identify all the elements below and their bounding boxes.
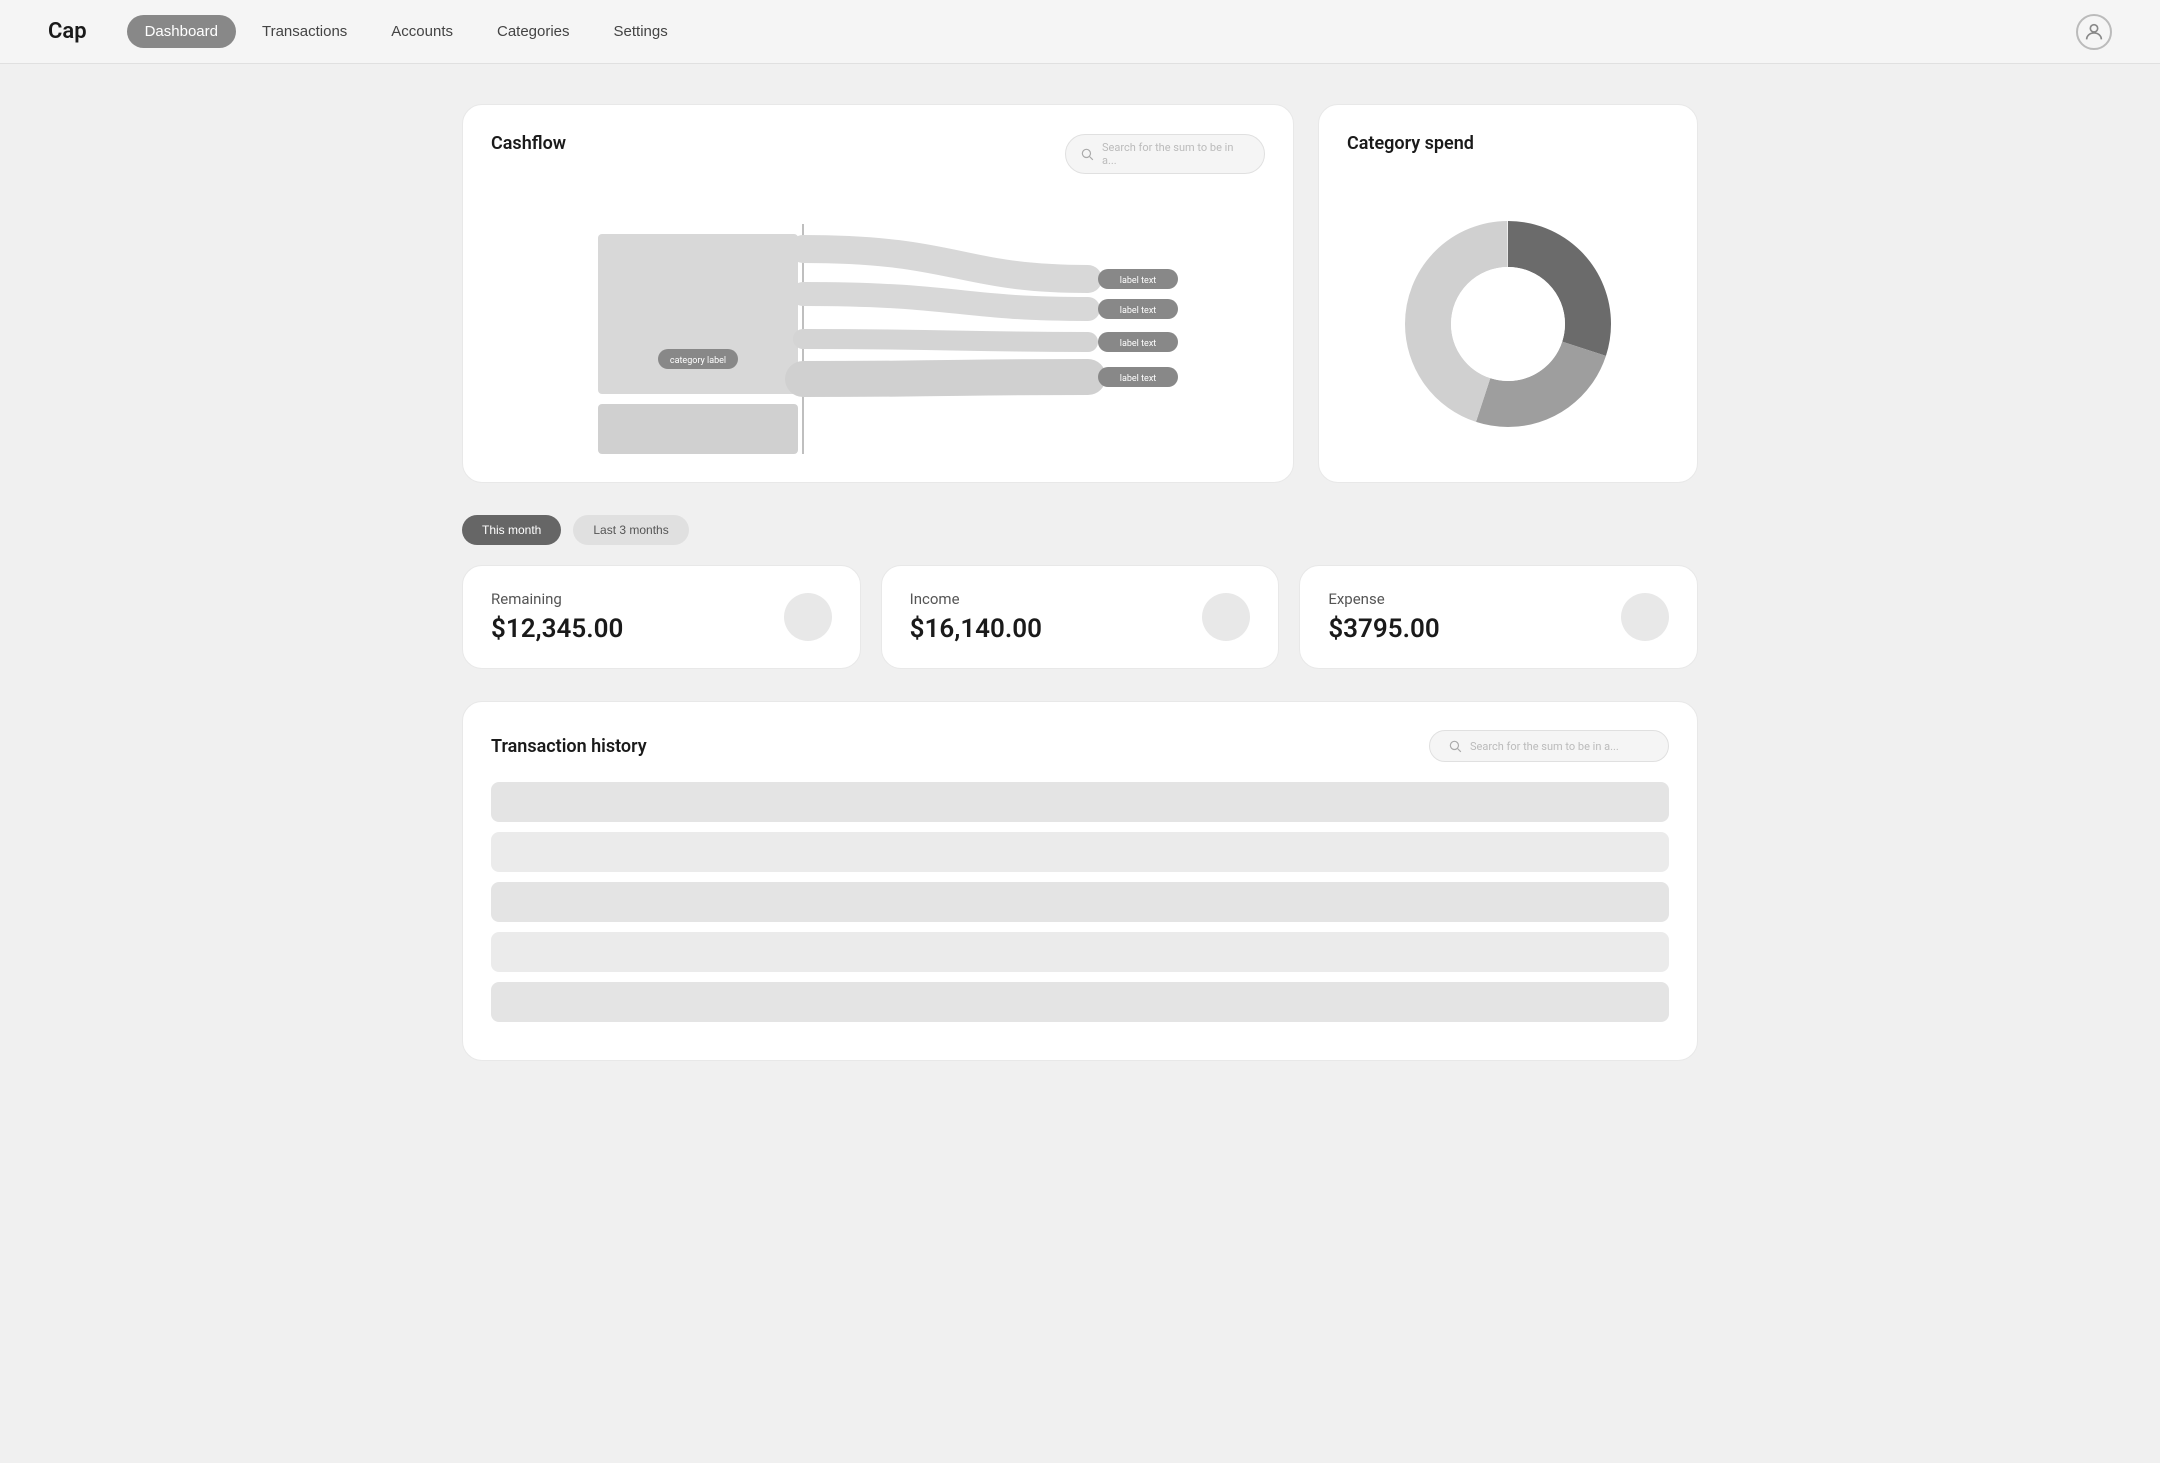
nav-links: Dashboard Transactions Accounts Categori… — [127, 15, 2076, 48]
transaction-history-card: Transaction history Search for the sum t… — [462, 701, 1698, 1061]
cashflow-title: Cashflow — [491, 133, 566, 154]
filter-this-month[interactable]: This month — [462, 515, 561, 545]
category-spend-card: Category spend — [1318, 104, 1698, 483]
stat-expense-value: $3795.00 — [1328, 614, 1439, 644]
search-icon — [1080, 147, 1094, 161]
stat-remaining-icon — [784, 593, 832, 641]
svg-text:category label: category label — [670, 356, 726, 366]
stat-remaining-info: Remaining $12,345.00 — [491, 590, 623, 644]
nav-categories[interactable]: Categories — [479, 15, 588, 48]
table-row — [491, 982, 1669, 1022]
nav-dashboard[interactable]: Dashboard — [127, 15, 236, 48]
stat-expense-icon — [1621, 593, 1669, 641]
table-row — [491, 932, 1669, 972]
stat-expense-info: Expense $3795.00 — [1328, 590, 1439, 644]
nav-accounts[interactable]: Accounts — [373, 15, 471, 48]
main-content: Cashflow Search for the sum to be in a..… — [430, 64, 1730, 1101]
history-title: Transaction history — [491, 736, 647, 757]
svg-text:label text: label text — [1120, 374, 1157, 384]
stat-expense-label: Expense — [1328, 590, 1439, 608]
cashflow-header: Cashflow Search for the sum to be in a..… — [491, 133, 1265, 174]
stat-remaining-value: $12,345.00 — [491, 614, 623, 644]
sankey-svg: category label category label label text… — [491, 194, 1265, 454]
top-row: Cashflow Search for the sum to be in a..… — [462, 104, 1698, 483]
category-spend-header: Category spend — [1347, 133, 1669, 174]
filter-last-3-months[interactable]: Last 3 months — [573, 515, 688, 545]
stat-remaining: Remaining $12,345.00 — [462, 565, 861, 669]
svg-text:label text: label text — [1120, 276, 1157, 286]
stat-income-label: Income — [910, 590, 1042, 608]
cashflow-card: Cashflow Search for the sum to be in a..… — [462, 104, 1294, 483]
history-search-icon — [1448, 739, 1462, 753]
stat-income-info: Income $16,140.00 — [910, 590, 1042, 644]
cashflow-chart: category label category label label text… — [491, 194, 1265, 454]
table-row — [491, 832, 1669, 872]
svg-text:label text: label text — [1120, 339, 1157, 349]
cashflow-search-placeholder: Search for the sum to be in a... — [1102, 141, 1250, 167]
nav-transactions[interactable]: Transactions — [244, 15, 365, 48]
stat-expense: Expense $3795.00 — [1299, 565, 1698, 669]
history-search[interactable]: Search for the sum to be in a... — [1429, 730, 1669, 762]
donut-container — [1347, 194, 1669, 454]
filter-row: This month Last 3 months — [462, 515, 1698, 545]
stat-income: Income $16,140.00 — [881, 565, 1280, 669]
app-logo: Cap — [48, 19, 87, 44]
history-search-placeholder: Search for the sum to be in a... — [1470, 740, 1619, 753]
stat-remaining-label: Remaining — [491, 590, 623, 608]
user-avatar[interactable] — [2076, 14, 2112, 50]
cashflow-search[interactable]: Search for the sum to be in a... — [1065, 134, 1265, 174]
stat-income-value: $16,140.00 — [910, 614, 1042, 644]
stats-row: Remaining $12,345.00 Income $16,140.00 E… — [462, 565, 1698, 669]
history-header: Transaction history Search for the sum t… — [491, 730, 1669, 762]
donut-chart — [1398, 214, 1618, 434]
svg-text:label text: label text — [1120, 306, 1157, 316]
category-spend-title: Category spend — [1347, 133, 1474, 154]
navbar: Cap Dashboard Transactions Accounts Cate… — [0, 0, 2160, 64]
nav-settings[interactable]: Settings — [596, 15, 686, 48]
table-row — [491, 882, 1669, 922]
table-row — [491, 782, 1669, 822]
stat-income-icon — [1202, 593, 1250, 641]
